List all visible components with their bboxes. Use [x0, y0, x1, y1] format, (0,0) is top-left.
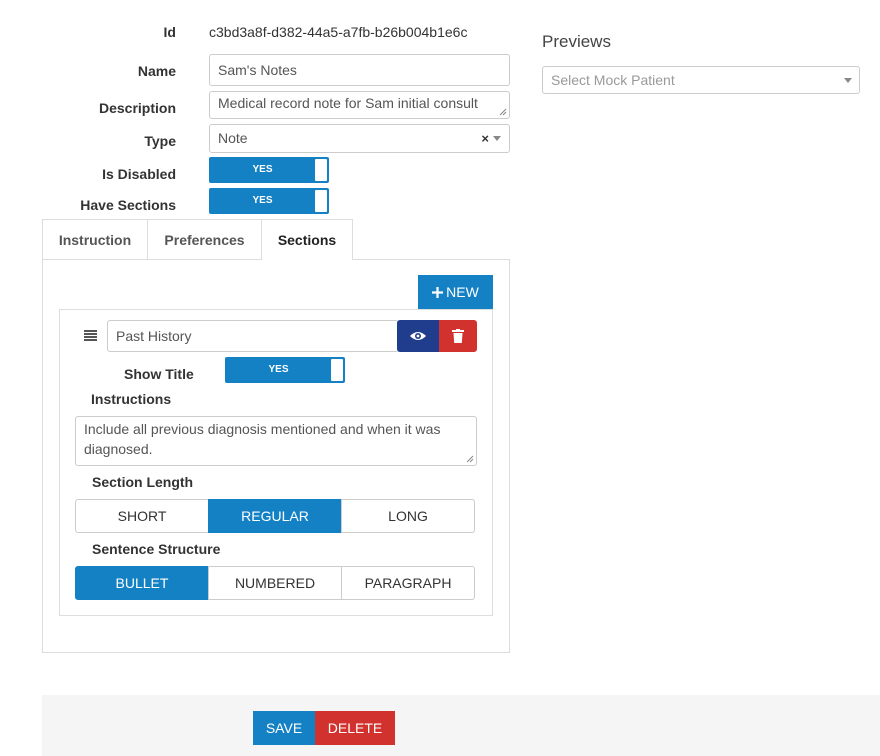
length-regular-option[interactable]: REGULAR [208, 499, 342, 533]
toggle-state: YES [268, 364, 289, 375]
instructions-textarea[interactable]: Include all previous diagnosis mentioned… [75, 416, 477, 466]
new-button-label: NEW [446, 284, 479, 300]
structure-bullet-option[interactable]: BULLET [75, 566, 209, 600]
show-title-toggle[interactable]: YES [225, 357, 345, 383]
sentence-structure-label: Sentence Structure [92, 541, 221, 557]
clear-icon[interactable]: × [481, 125, 489, 152]
instructions-value: Include all previous diagnosis mentioned… [84, 421, 441, 457]
toggle-state: YES [252, 164, 273, 175]
plus-icon [432, 287, 444, 298]
mock-patient-select[interactable]: Select Mock Patient [542, 66, 860, 94]
active-tab-cover [262, 258, 352, 260]
resize-handle-icon[interactable] [499, 108, 507, 116]
description-textarea[interactable]: Medical record note for Sam initial cons… [209, 91, 510, 119]
toggle-knob [315, 159, 327, 181]
is-disabled-toggle[interactable]: YES [209, 157, 329, 183]
type-label: Type [144, 133, 176, 149]
id-label: Id [163, 24, 176, 40]
toggle-state: YES [252, 195, 273, 206]
new-section-button[interactable]: NEW [418, 275, 493, 309]
name-label: Name [137, 63, 176, 79]
trash-icon [452, 329, 464, 343]
type-value: Note [218, 130, 248, 146]
description-label: Description [98, 100, 176, 116]
structure-paragraph-option[interactable]: PARAGRAPH [341, 566, 475, 600]
is-disabled-label: Is Disabled [102, 166, 176, 182]
tab-sections[interactable]: Sections [261, 219, 353, 260]
footer-bar [42, 695, 880, 756]
tab-instruction[interactable]: Instruction [42, 219, 148, 259]
type-select[interactable]: Note × [209, 124, 510, 153]
select-placeholder: Select Mock Patient [551, 72, 675, 88]
preview-section-button[interactable] [397, 320, 439, 352]
toggle-knob [331, 359, 343, 381]
id-value: c3bd3a8f-d382-44a5-a7fb-b26b004b1e6c [209, 24, 468, 40]
chevron-down-icon[interactable] [493, 136, 501, 141]
drag-handle-icon[interactable] [84, 330, 97, 341]
have-sections-toggle[interactable]: YES [209, 188, 329, 214]
description-value: Medical record note for Sam initial cons… [218, 95, 478, 111]
show-title-label: Show Title [124, 366, 194, 382]
eye-icon [410, 332, 426, 340]
instructions-label: Instructions [91, 391, 172, 407]
chevron-down-icon[interactable] [844, 78, 852, 83]
delete-button[interactable]: DELETE [315, 711, 395, 745]
section-title-input[interactable]: Past History [107, 320, 399, 352]
have-sections-label: Have Sections [80, 197, 176, 213]
name-input[interactable]: Sam's Notes [209, 54, 510, 86]
length-long-option[interactable]: LONG [341, 499, 475, 533]
length-short-option[interactable]: SHORT [75, 499, 209, 533]
toggle-knob [315, 190, 327, 212]
resize-handle-icon[interactable] [466, 455, 474, 463]
section-length-label: Section Length [92, 474, 194, 490]
delete-section-button[interactable] [439, 320, 477, 352]
structure-numbered-option[interactable]: NUMBERED [208, 566, 342, 600]
save-button[interactable]: SAVE [253, 711, 315, 745]
previews-title: Previews [542, 32, 611, 51]
tab-preferences[interactable]: Preferences [147, 219, 262, 259]
